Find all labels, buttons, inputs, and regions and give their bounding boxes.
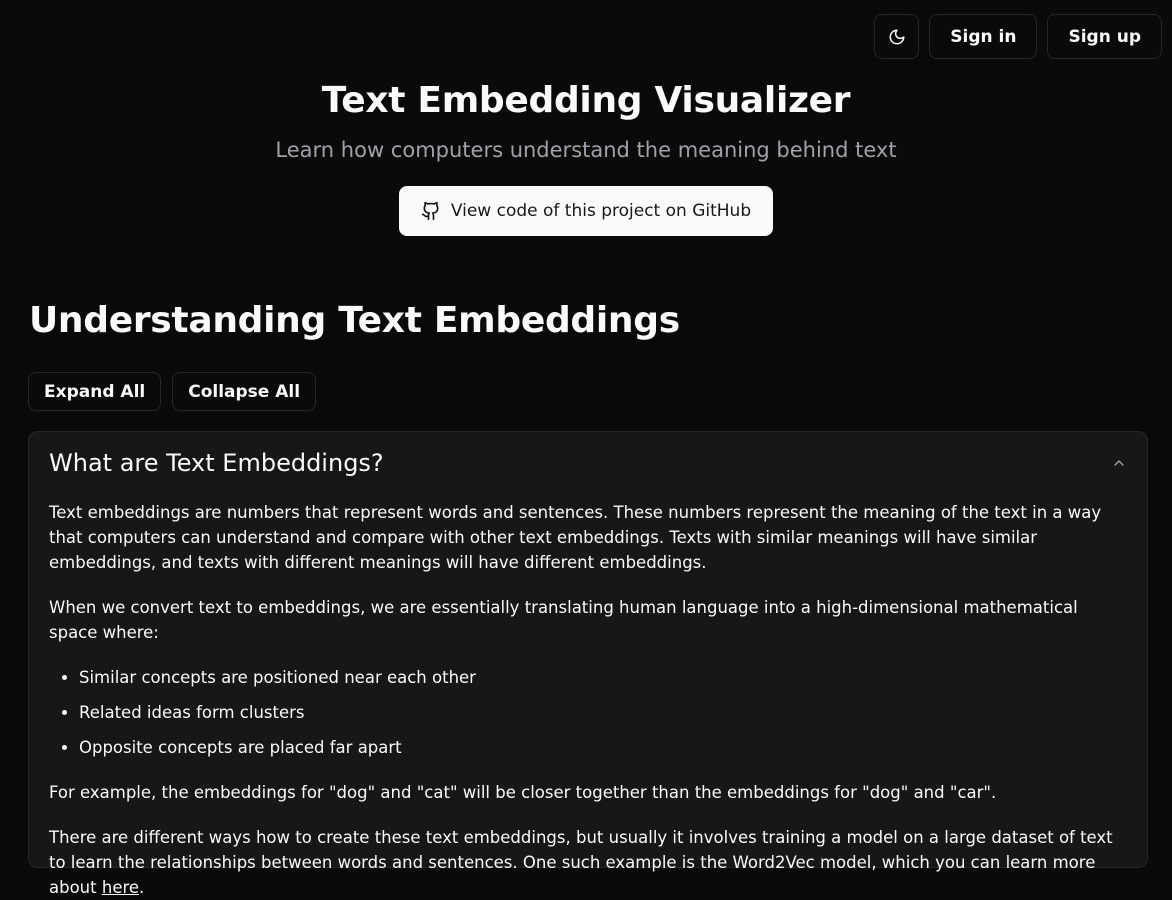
page-subtitle: Learn how computers understand the meani…: [275, 138, 897, 162]
section-title: Understanding Text Embeddings: [29, 300, 680, 341]
expand-all-button[interactable]: Expand All: [28, 372, 162, 411]
chevron-up-icon: [1111, 455, 1127, 471]
list-item: Similar concepts are positioned near eac…: [79, 665, 1127, 690]
theme-toggle-button[interactable]: [874, 14, 920, 59]
sign-up-button[interactable]: Sign up: [1047, 14, 1162, 59]
collapse-all-button[interactable]: Collapse All: [172, 372, 317, 411]
list-item: Related ideas form clusters: [79, 700, 1127, 725]
github-button[interactable]: View code of this project on GitHub: [399, 186, 773, 236]
list-item: Opposite concepts are placed far apart: [79, 735, 1127, 760]
accordion-title: What are Text Embeddings?: [49, 449, 384, 477]
word2vec-period: .: [139, 878, 145, 897]
moon-icon: [888, 28, 906, 46]
github-button-label: View code of this project on GitHub: [450, 201, 752, 221]
accordion-item: What are Text Embeddings? Text embedding…: [28, 431, 1148, 897]
concept-list: Similar concepts are positioned near eac…: [49, 665, 1127, 760]
hero: Text Embedding Visualizer Learn how comp…: [0, 78, 1172, 236]
accordion-content: Text embeddings are numbers that represe…: [49, 500, 1127, 900]
paragraph-intro-list: When we convert text to embeddings, we a…: [49, 598, 1078, 642]
accordion-actions: Expand All Collapse All: [28, 372, 317, 411]
here-link[interactable]: here: [102, 878, 139, 897]
sign-in-button[interactable]: Sign in: [929, 14, 1038, 59]
page-title: Text Embedding Visualizer: [321, 80, 851, 121]
paragraph-example: For example, the embeddings for "dog" an…: [49, 783, 997, 802]
paragraph-definition: Text embeddings are numbers that represe…: [49, 503, 1102, 572]
github-icon: [421, 201, 441, 221]
paragraph-word2vec: There are different ways how to create t…: [49, 825, 1127, 900]
top-bar: Sign in Sign up: [874, 14, 1162, 59]
accordion-trigger[interactable]: What are Text Embeddings?: [49, 446, 1127, 480]
